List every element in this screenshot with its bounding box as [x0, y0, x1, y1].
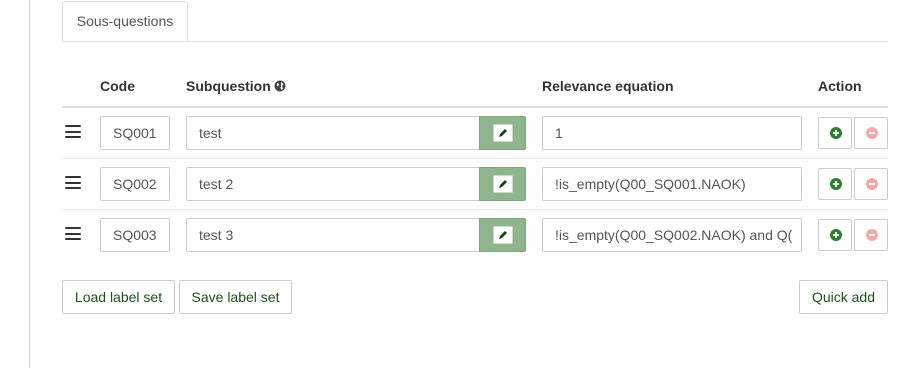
edit-subquestion-button[interactable] — [479, 116, 526, 150]
drag-handle-icon[interactable] — [65, 176, 81, 189]
tab-bar-line — [62, 41, 888, 42]
pencil-icon — [493, 124, 513, 142]
minus-circle-icon — [866, 178, 878, 190]
subquestion-input[interactable]: test 3 — [186, 218, 480, 252]
left-border — [29, 0, 30, 368]
table-header-divider — [62, 106, 888, 108]
minus-circle-icon — [866, 229, 878, 241]
column-header-code: Code — [100, 78, 135, 94]
edit-subquestion-button[interactable] — [479, 167, 526, 201]
load-label-set-button[interactable]: Load label set — [62, 280, 175, 314]
drag-handle-icon[interactable] — [65, 227, 81, 240]
column-header-subquestion: Subquestion — [186, 78, 286, 94]
save-label-set-button[interactable]: Save label set — [179, 280, 292, 314]
relevance-input[interactable]: 1 — [542, 116, 802, 150]
plus-circle-icon — [830, 127, 842, 139]
drag-handle-icon[interactable] — [65, 125, 81, 138]
column-header-relevance: Relevance equation — [542, 78, 674, 94]
column-header-subquestion-label: Subquestion — [186, 78, 271, 94]
code-input[interactable]: SQ002 — [100, 167, 170, 201]
remove-subquestion-button[interactable] — [854, 219, 888, 251]
quick-add-button[interactable]: Quick add — [799, 280, 888, 314]
remove-subquestion-button[interactable] — [854, 117, 888, 149]
plus-circle-icon — [830, 229, 842, 241]
relevance-input[interactable]: !is_empty(Q00_SQ001.NAOK) — [542, 167, 802, 201]
code-input[interactable]: SQ003 — [100, 218, 170, 252]
relevance-input[interactable]: !is_empty(Q00_SQ002.NAOK) and Q( — [542, 218, 802, 252]
remove-subquestion-button[interactable] — [854, 168, 888, 200]
add-subquestion-button[interactable] — [818, 219, 852, 251]
minus-circle-icon — [866, 127, 878, 139]
column-header-action: Action — [818, 78, 862, 94]
add-subquestion-button[interactable] — [818, 117, 852, 149]
edit-subquestion-button[interactable] — [479, 218, 526, 252]
pencil-icon — [493, 226, 513, 244]
row-divider — [62, 158, 888, 159]
subquestion-input[interactable]: test — [186, 116, 480, 150]
code-input[interactable]: SQ001 — [100, 116, 170, 150]
globe-icon — [274, 80, 286, 92]
pencil-icon — [493, 175, 513, 193]
subquestion-input[interactable]: test 2 — [186, 167, 480, 201]
tab-sous-questions[interactable]: Sous-questions — [62, 1, 188, 41]
plus-circle-icon — [830, 178, 842, 190]
add-subquestion-button[interactable] — [818, 168, 852, 200]
row-divider — [62, 209, 888, 210]
